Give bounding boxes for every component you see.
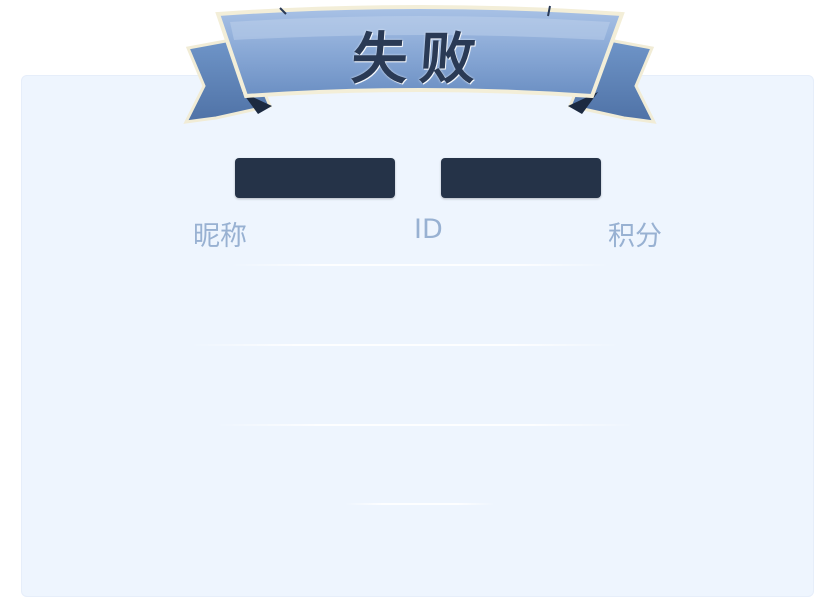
row-divider — [345, 503, 495, 505]
id-column-header: ID — [414, 214, 443, 245]
score-column-header: 积分 — [608, 221, 662, 252]
defeat-banner: 失败 — [180, 0, 660, 130]
result-panel — [21, 75, 814, 597]
nickname-column-header: 昵称 — [193, 221, 247, 252]
left-action-button[interactable] — [235, 158, 395, 198]
row-divider — [230, 264, 610, 266]
result-title: 失败 — [349, 26, 490, 92]
result-screen: 失败 昵称 ID 积分 — [0, 0, 825, 599]
row-divider — [215, 424, 635, 426]
row-divider — [190, 344, 620, 346]
right-action-button[interactable] — [441, 158, 601, 198]
